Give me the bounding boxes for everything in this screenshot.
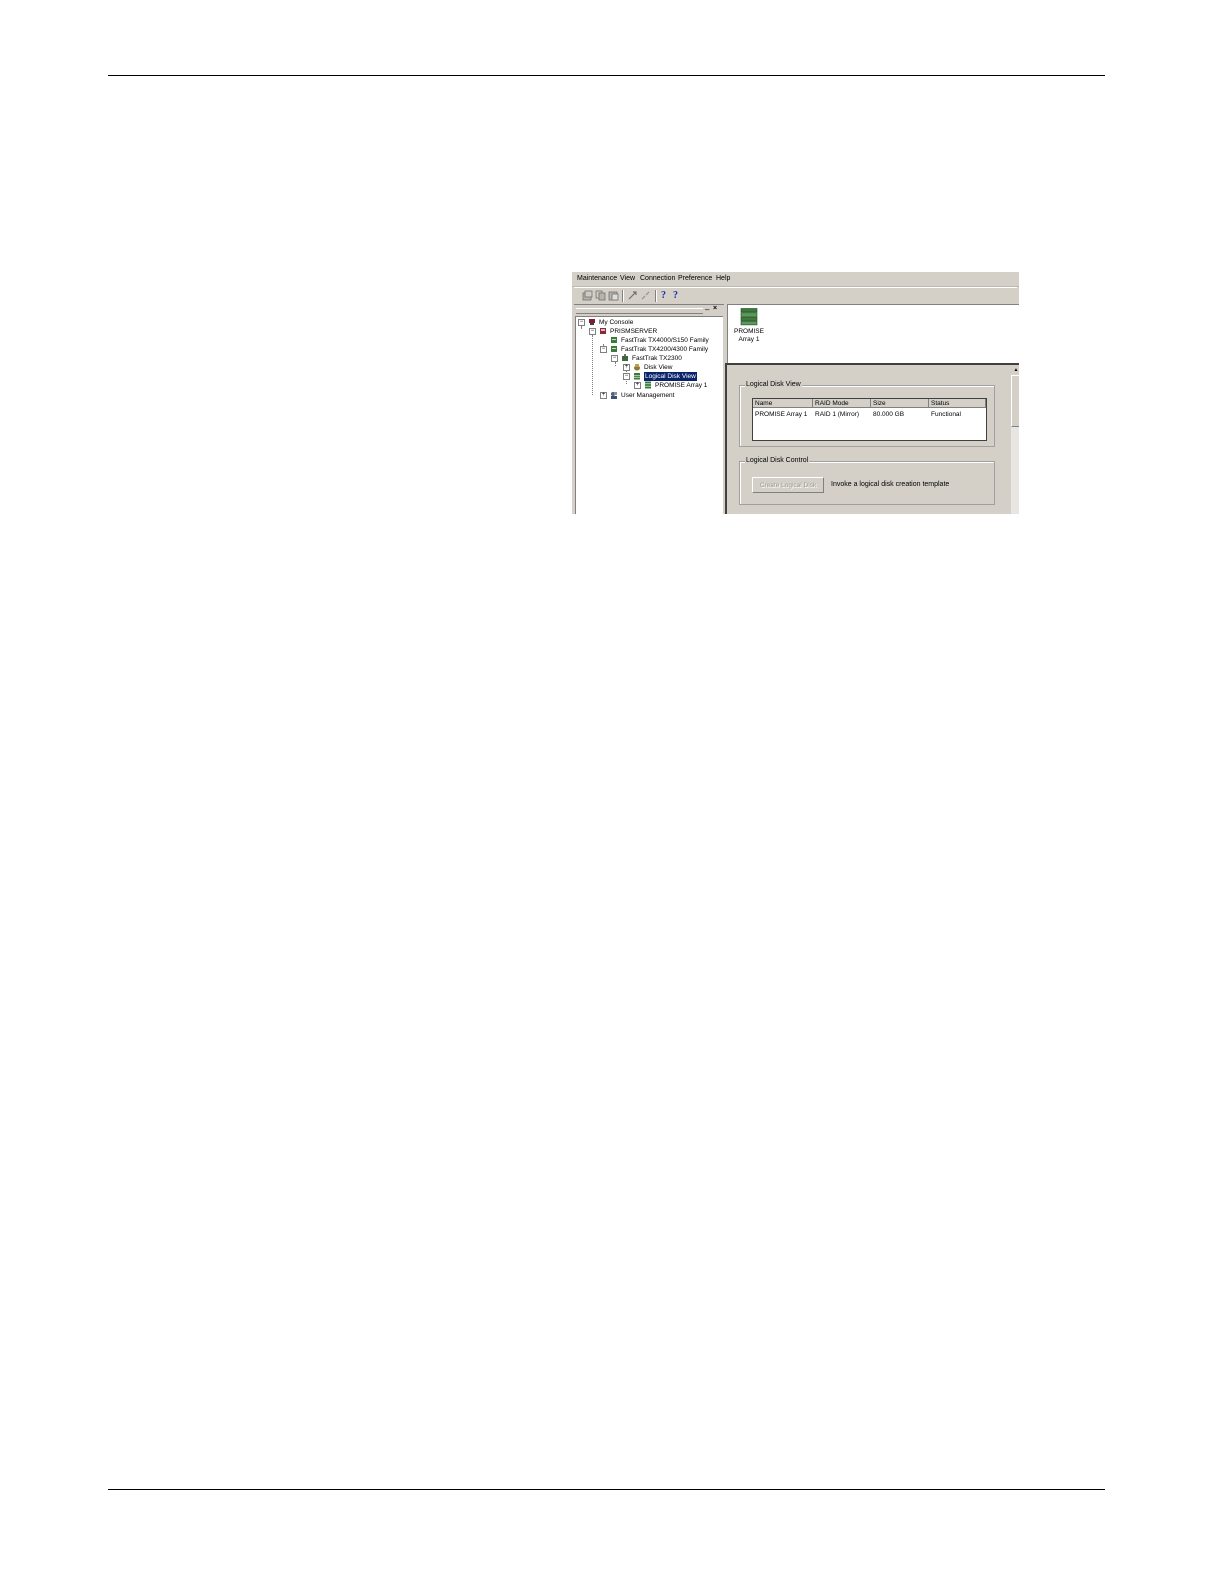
context-help-icon[interactable]: ?: [673, 290, 678, 301]
controller-family-icon: [611, 346, 617, 352]
tree-node-label: FastTrak TX4000/S150 Family: [621, 337, 709, 344]
tree-node-fasttrak-tx4000[interactable]: FastTrak TX4000/S150 Family: [600, 336, 720, 345]
logical-disk-table: Name RAID Mode Size Status PROMISE Array…: [752, 398, 987, 441]
navigation-pane: – × − My Console − PRISMSERVER FastTrak …: [574, 304, 724, 514]
server-icon: [600, 328, 606, 334]
tree-connector: [592, 335, 593, 395]
tree-node-fasttrak-tx2300[interactable]: − FastTrak TX2300: [611, 354, 719, 363]
help-icon[interactable]: ?: [661, 290, 666, 301]
connect-icon[interactable]: [627, 290, 638, 301]
scroll-thumb[interactable]: [1011, 375, 1019, 427]
cell-size: 80.000 GB: [873, 411, 905, 418]
cell-name: PROMISE Array 1: [755, 411, 808, 418]
collapse-toggle[interactable]: −: [578, 319, 585, 326]
collapse-toggle[interactable]: −: [600, 346, 607, 353]
detail-pane: Logical Disk View Name RAID Mode Size St…: [725, 363, 1019, 514]
tree-node-label: User Management: [621, 392, 675, 399]
users-icon: [611, 392, 617, 399]
collapse-toggle[interactable]: −: [611, 355, 618, 362]
menu-bar: Maintenance View Connection Preference H…: [572, 272, 1019, 287]
logical-disk-control-group: Logical Disk Control Create Logical Disk…: [739, 457, 995, 505]
disk-view-icon: [634, 364, 640, 371]
page-header-rule: [108, 75, 1105, 76]
create-logical-disk-description: Invoke a logical disk creation template: [831, 481, 950, 488]
tree-node-label: My Console: [599, 319, 634, 326]
disconnect-icon[interactable]: [640, 290, 651, 301]
tree-node-fasttrak-tx4200[interactable]: − FastTrak TX4200/4300 Family: [600, 345, 720, 354]
array-icon: [740, 308, 758, 326]
tree-node-label-selected: Logical Disk View: [644, 372, 697, 381]
tree-node-disk-view[interactable]: + Disk View: [623, 363, 719, 372]
vertical-scrollbar[interactable]: ▲: [1011, 365, 1019, 514]
group-title: Logical Disk View: [745, 381, 802, 389]
page-footer-rule: [108, 1489, 1105, 1490]
array-label-line1: PROMISE: [734, 328, 764, 335]
pane-minimize-button[interactable]: –: [705, 305, 709, 314]
pane-grip[interactable]: [576, 308, 703, 314]
array-label-line2: Array 1: [738, 336, 760, 343]
menu-help[interactable]: Help: [716, 275, 730, 283]
expand-toggle[interactable]: +: [600, 392, 607, 399]
tree-node-user-management[interactable]: + User Management: [600, 391, 718, 400]
menu-connection[interactable]: Connection: [640, 275, 675, 283]
tree-node-label: FastTrak TX2300: [632, 355, 682, 362]
column-header-size[interactable]: Size: [871, 399, 929, 408]
tree-node-label: PRISMSERVER: [610, 328, 658, 335]
cell-raid-mode: RAID 1 (Mirror): [815, 411, 860, 418]
tree-node-prismserver[interactable]: − PRISMSERVER: [589, 327, 719, 336]
console-tree: − My Console − PRISMSERVER FastTrak TX40…: [575, 316, 723, 514]
disk-icon[interactable]: [582, 290, 593, 301]
cell-status: Functional: [931, 411, 961, 418]
controller-icon: [622, 354, 628, 361]
console-icon: [589, 319, 595, 325]
logical-disk-view-group: Logical Disk View Name RAID Mode Size St…: [739, 381, 995, 447]
create-logical-disk-button[interactable]: Create Logical Disk: [752, 477, 824, 493]
copy-icon[interactable]: [595, 290, 606, 301]
collapse-toggle[interactable]: −: [589, 328, 596, 335]
tree-node-label: Disk View: [644, 364, 673, 371]
promise-array-management-window: Maintenance View Connection Preference H…: [572, 272, 1019, 514]
array-icon-view: PROMISE Array 1: [727, 304, 1019, 364]
menu-maintenance[interactable]: Maintenance: [577, 275, 617, 283]
column-header-status[interactable]: Status: [929, 399, 986, 408]
column-header-name[interactable]: Name: [753, 399, 813, 408]
expand-toggle[interactable]: +: [623, 364, 630, 371]
expand-toggle[interactable]: +: [634, 382, 641, 389]
array-item-label: PROMISE Array 1: [730, 328, 768, 344]
group-title: Logical Disk Control: [745, 457, 810, 465]
column-header-raid-mode[interactable]: RAID Mode: [813, 399, 871, 408]
tree-node-promise-array-1[interactable]: + PROMISE Array 1: [634, 381, 720, 390]
array-icon: [645, 381, 651, 389]
toolbar-separator: [622, 290, 624, 302]
toolbar: ? ?: [574, 287, 1017, 305]
tree-node-my-console[interactable]: − My Console: [578, 318, 718, 327]
menu-preference[interactable]: Preference: [678, 275, 712, 283]
tree-node-label: FastTrak TX4200/4300 Family: [621, 346, 709, 353]
collapse-toggle[interactable]: −: [623, 373, 630, 380]
controller-family-icon: [611, 337, 617, 343]
menu-view[interactable]: View: [620, 275, 635, 283]
pane-close-button[interactable]: ×: [713, 305, 717, 312]
tree-node-logical-disk-view[interactable]: − Logical Disk View: [623, 372, 719, 381]
paste-icon[interactable]: [608, 290, 619, 301]
toolbar-separator: [655, 290, 657, 302]
logical-disk-icon: [634, 373, 640, 380]
tree-node-label: PROMISE Array 1: [655, 382, 708, 389]
